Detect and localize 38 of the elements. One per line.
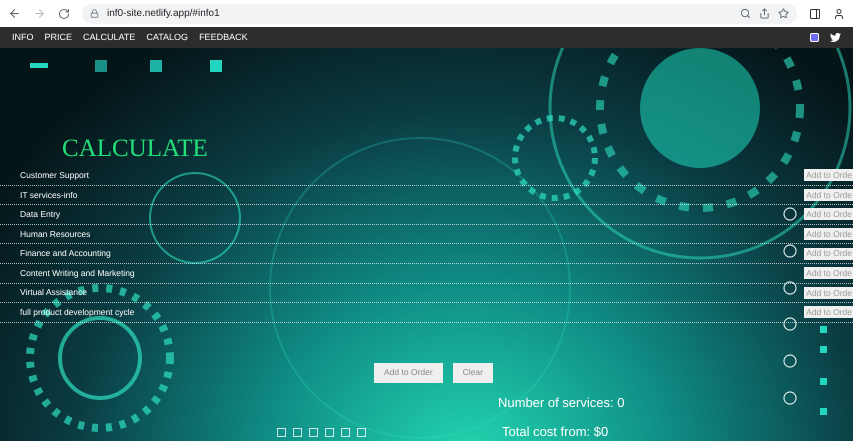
twitter-icon[interactable] [830, 32, 841, 43]
profile-icon[interactable] [833, 8, 845, 20]
add-to-order-button[interactable]: Add to Order [374, 362, 443, 383]
clear-button[interactable]: Clear [452, 362, 493, 383]
services-count: Number of services: 0 [498, 394, 624, 412]
service-name: IT services-info [20, 188, 78, 202]
nav-link[interactable]: CATALOG [146, 30, 188, 44]
add-to-order-button[interactable]: Add to Orde [804, 267, 853, 280]
service-name: Data Entry [20, 208, 60, 221]
nav-link[interactable]: PRICE [44, 30, 72, 44]
nav-link[interactable]: INFO [12, 30, 34, 44]
nav-link[interactable]: CALCULATE [83, 30, 136, 44]
lock-icon [90, 9, 99, 18]
add-to-order-button[interactable]: Add to Orde [804, 169, 853, 182]
service-name: Virtual Assistance [20, 286, 87, 300]
bookmark-star-icon[interactable] [778, 8, 789, 19]
zoom-icon[interactable] [740, 8, 751, 19]
add-to-order-button[interactable]: Add to Orde [804, 306, 853, 318]
service-name: Human Resources [20, 228, 90, 240]
address-bar[interactable]: inf0-site.netlify.app/#info1 [82, 4, 797, 24]
total-cost: Total cost from: $0 [502, 423, 608, 441]
add-to-order-button[interactable]: Add to Orde [804, 208, 853, 220]
add-to-order-button[interactable]: Add to Orde [804, 248, 853, 260]
add-to-order-button[interactable]: Add to Orde [804, 188, 853, 201]
calculator-title: CALCULATE [62, 136, 208, 161]
service-name: Customer Support [20, 168, 89, 182]
url-text: inf0-site.netlify.app/#info1 [107, 7, 220, 21]
nav-link[interactable]: FEEDBACK [199, 30, 248, 44]
side-panel-icon[interactable] [809, 8, 821, 20]
service-name: Content Writing and Marketing [20, 266, 135, 280]
add-to-order-button[interactable]: Add to Orde [804, 228, 853, 240]
service-name: Finance and Accounting [20, 247, 111, 260]
back-icon[interactable] [8, 7, 21, 20]
service-name: full product development cycle [20, 306, 134, 319]
share-icon[interactable] [759, 8, 770, 19]
reload-icon[interactable] [58, 8, 70, 20]
chat-icon[interactable] [810, 33, 819, 42]
add-to-order-button[interactable]: Add to Orde [804, 286, 853, 299]
